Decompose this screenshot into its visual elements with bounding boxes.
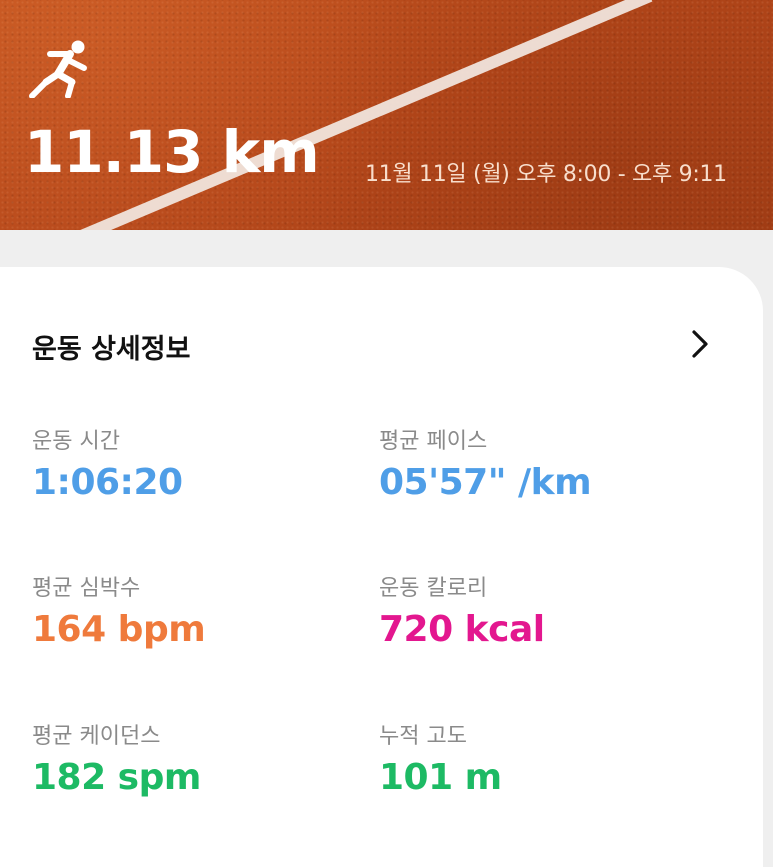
duration-label: 운동 시간 bbox=[32, 429, 120, 454]
cadence-label: 평균 케이던스 bbox=[32, 724, 161, 749]
running-person-icon bbox=[29, 40, 87, 98]
workout-header: 11.13 km 11월 11일 (월) 오후 8:00 - 오후 9:11 bbox=[0, 0, 773, 230]
elevation-value: 101 m bbox=[379, 757, 502, 798]
heart-rate-label: 평균 심박수 bbox=[32, 576, 141, 601]
duration-value: 1:06:20 bbox=[32, 462, 183, 503]
workout-distance: 11.13 km bbox=[24, 118, 320, 186]
calories-value: 720 kcal bbox=[379, 609, 545, 650]
elevation-label: 누적 고도 bbox=[379, 724, 467, 749]
chevron-right-icon[interactable] bbox=[686, 328, 714, 360]
workout-datetime: 11월 11일 (월) 오후 8:00 - 오후 9:11 bbox=[365, 162, 727, 187]
calories-label: 운동 칼로리 bbox=[379, 576, 488, 601]
track-lane-line bbox=[80, 0, 653, 230]
heart-rate-value: 164 bpm bbox=[32, 609, 206, 650]
pace-value: 05'57" /km bbox=[379, 462, 592, 503]
pace-label: 평균 페이스 bbox=[379, 429, 488, 454]
cadence-value: 182 spm bbox=[32, 757, 201, 798]
workout-details-title: 운동 상세정보 bbox=[32, 334, 191, 365]
